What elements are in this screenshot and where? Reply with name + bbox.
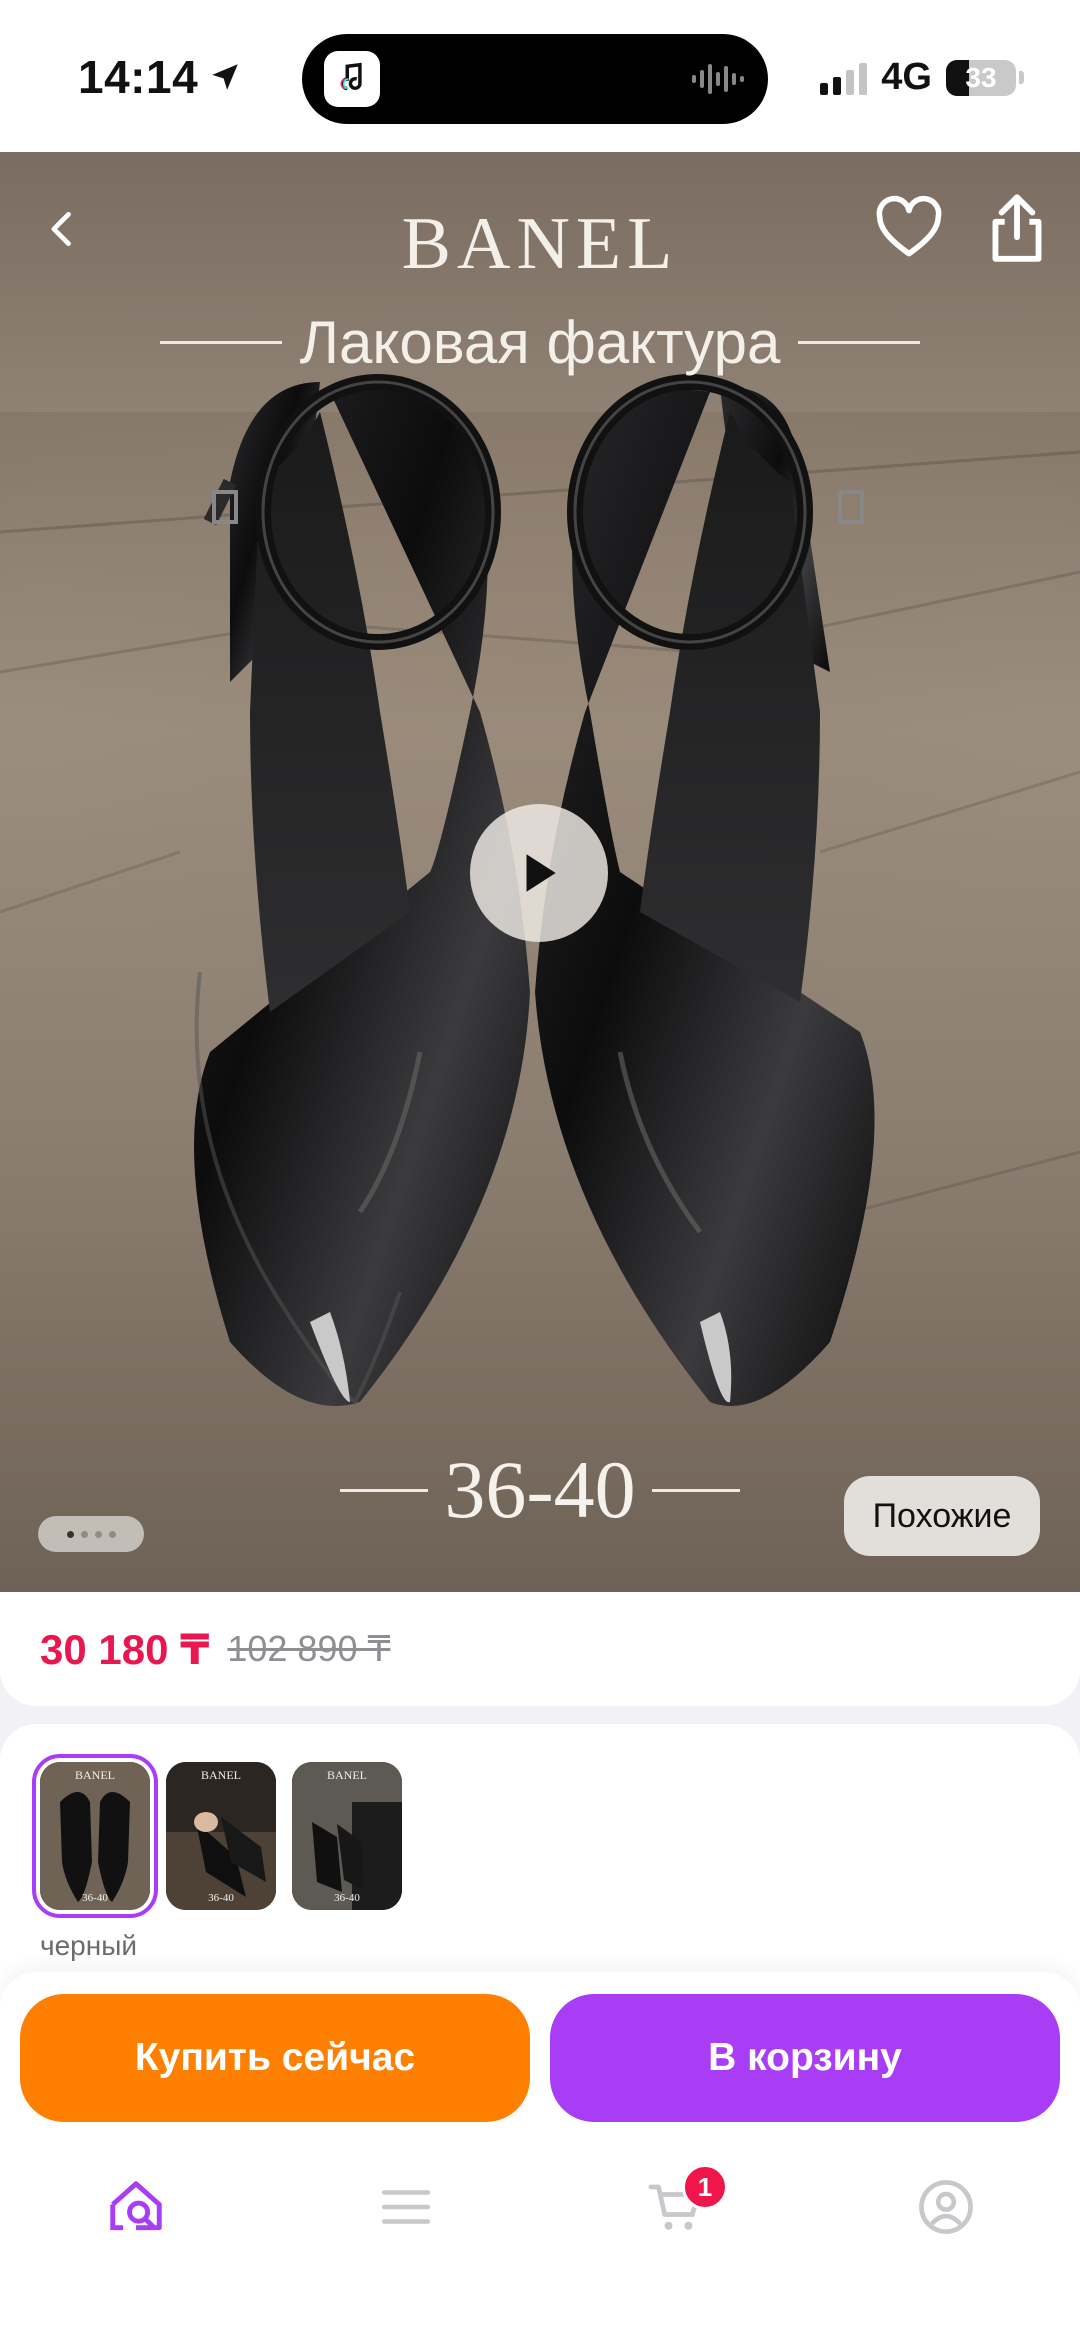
carousel-dot [94, 1530, 102, 1538]
variant-size: 36-40 [208, 1892, 234, 1904]
hero-size-row: 36-40 [340, 1442, 740, 1538]
tab-home[interactable] [66, 2152, 206, 2262]
cellular-signal-icon [820, 61, 868, 95]
variant-brand: BANEL [75, 1768, 115, 1782]
variant-photo [166, 1762, 276, 1910]
selected-color-label: черный [40, 1930, 137, 1961]
share-icon [992, 194, 1042, 262]
variant-thumbnail[interactable]: BANEL 36-40 [292, 1762, 402, 1910]
variant-photo [40, 1762, 150, 1910]
variant-brand: BANEL [327, 1768, 367, 1782]
add-to-cart-button[interactable]: В корзину [550, 1994, 1060, 2122]
bottom-action-bar: Купить сейчас В корзину 1 [0, 1972, 1080, 2347]
carousel-indicator [38, 1516, 144, 1552]
hero-size-range: 36-40 [444, 1444, 636, 1535]
music-app-icon[interactable] [324, 51, 380, 107]
location-arrow-icon [212, 64, 238, 90]
profile-icon [919, 2180, 973, 2234]
audio-wave-icon [692, 64, 744, 94]
status-indicators: 4G 33 [820, 56, 1024, 99]
carousel-dot [80, 1530, 88, 1538]
variant-brand: BANEL [201, 1768, 241, 1782]
carousel-dot [108, 1530, 116, 1538]
price-card: 30 180 ₸ 102 890 ₸ [0, 1592, 1080, 1706]
dynamic-island[interactable] [302, 34, 768, 124]
tab-catalog[interactable] [336, 2152, 476, 2262]
network-type: 4G [881, 56, 932, 98]
variant-thumbnail[interactable]: BANEL 36-40 [32, 1754, 158, 1918]
battery-level: 33 [965, 61, 997, 93]
old-price: 102 890 ₸ [227, 1628, 391, 1669]
menu-icon [381, 2190, 431, 2224]
play-icon [526, 854, 556, 892]
favorite-button[interactable] [872, 192, 946, 266]
play-video-button[interactable] [470, 804, 608, 942]
battery-icon: 33 [946, 59, 1016, 96]
back-button[interactable] [28, 194, 98, 264]
tab-profile[interactable] [876, 2152, 1016, 2262]
heart-icon [876, 195, 942, 257]
current-price: 30 180 ₸ [40, 1625, 210, 1673]
hero-subtitle-row: Лаковая фактура [160, 302, 920, 382]
similar-products-button[interactable]: Похожие [844, 1476, 1040, 1556]
carousel-dot [66, 1530, 74, 1538]
chevron-left-icon [51, 211, 71, 247]
cart-badge: 1 [682, 2164, 728, 2210]
variant-photo [292, 1762, 402, 1910]
clock: 14:14 [78, 51, 199, 103]
status-time: 14:14 [78, 50, 242, 104]
home-search-icon [110, 2181, 162, 2231]
product-image-carousel[interactable]: BANEL Лаковая фактура 36-40 Похожие [0, 152, 1080, 1592]
variant-thumbnail[interactable]: BANEL 36-40 [166, 1762, 276, 1910]
status-bar: 14:14 4G 33 [0, 0, 1080, 152]
share-button[interactable] [980, 188, 1054, 268]
hero-subtitle: Лаковая фактура [299, 308, 781, 376]
color-variant-list: BANEL 36-40 BANEL 36-40 BANEL 36-40 [32, 1754, 402, 1918]
variant-size: 36-40 [334, 1892, 360, 1904]
variant-size: 36-40 [82, 1892, 108, 1904]
buy-now-button[interactable]: Купить сейчас [20, 1994, 530, 2122]
tab-cart[interactable]: 1 [606, 2152, 746, 2262]
tab-bar: 1 [0, 2152, 1080, 2292]
